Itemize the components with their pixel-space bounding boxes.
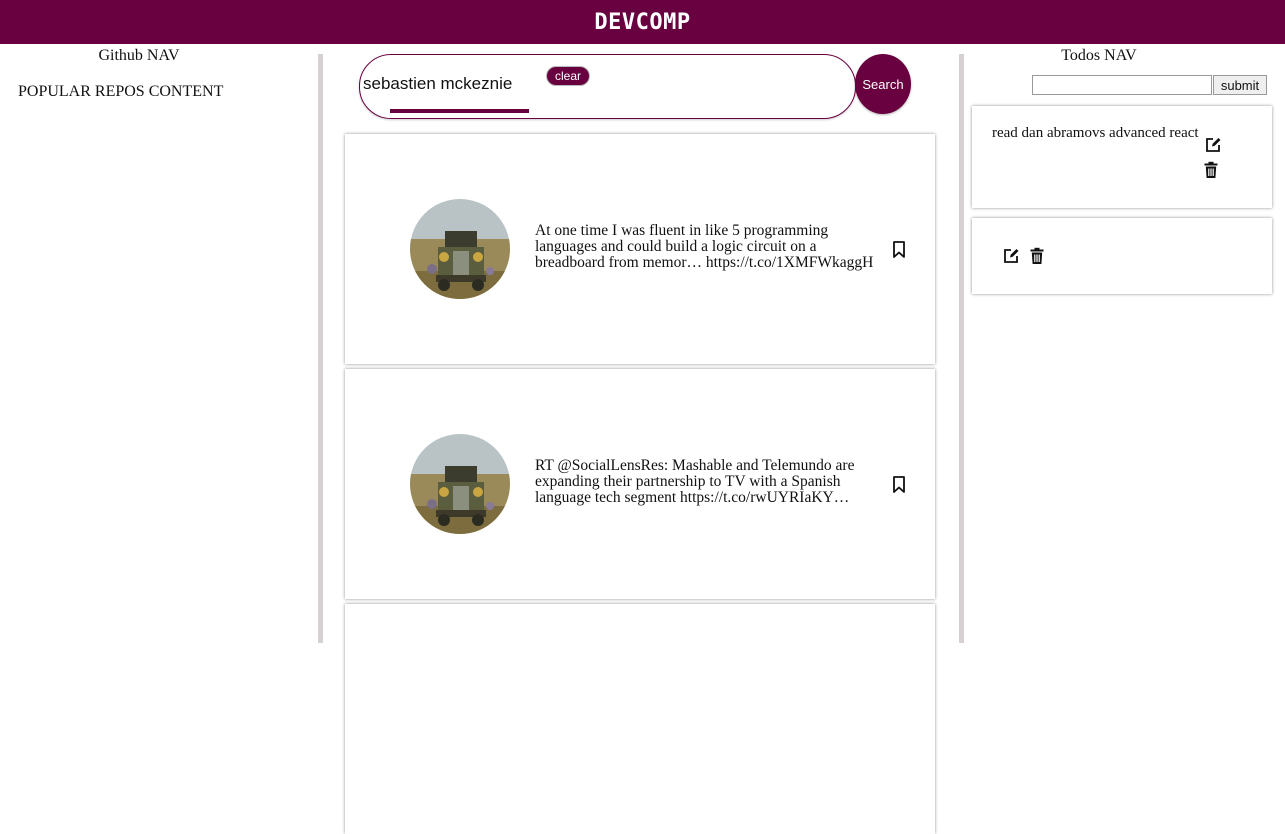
avatar <box>410 199 510 299</box>
submit-button[interactable]: submit <box>1213 75 1267 95</box>
search-box: clear <box>359 54 856 119</box>
tweet-text: RT @SocialLensRes: Mashable and Telemund… <box>535 457 855 506</box>
search-underline <box>390 109 529 113</box>
tweet-card <box>345 604 935 834</box>
bookmark-icon[interactable] <box>892 476 906 494</box>
truck-photo-icon <box>410 434 510 534</box>
edit-icon[interactable] <box>1204 136 1222 154</box>
todo-card <box>972 218 1272 294</box>
popular-repos-content: POPULAR REPOS CONTENT <box>18 83 224 100</box>
todos-nav-title: Todos NAV <box>1061 47 1137 64</box>
bookmark-icon[interactable] <box>892 241 906 259</box>
edit-icon[interactable] <box>1002 247 1020 265</box>
trash-icon[interactable] <box>1202 161 1220 179</box>
app-header: DEVCOMP <box>0 0 1285 44</box>
search-button[interactable]: Search <box>855 54 911 114</box>
todo-text: read dan abramovs advanced react <box>992 125 1199 141</box>
left-divider[interactable] <box>318 54 323 643</box>
todo-card: read dan abramovs advanced react <box>972 106 1272 208</box>
app-title: DEVCOMP <box>594 9 691 35</box>
clear-button[interactable]: clear <box>546 66 590 86</box>
github-nav-title: Github NAV <box>98 47 180 64</box>
tweet-card: RT @SocialLensRes: Mashable and Telemund… <box>345 369 935 599</box>
tweet-text: At one time I was fluent in like 5 progr… <box>535 222 874 271</box>
search-input[interactable] <box>363 71 523 97</box>
avatar <box>410 434 510 534</box>
trash-icon[interactable] <box>1028 247 1046 265</box>
todo-input[interactable] <box>1032 75 1212 95</box>
truck-photo-icon <box>410 199 510 299</box>
github-panel: Github NAV POPULAR REPOS CONTENT <box>0 44 318 643</box>
right-divider[interactable] <box>959 54 964 643</box>
tweet-card: At one time I was fluent in like 5 progr… <box>345 134 935 364</box>
